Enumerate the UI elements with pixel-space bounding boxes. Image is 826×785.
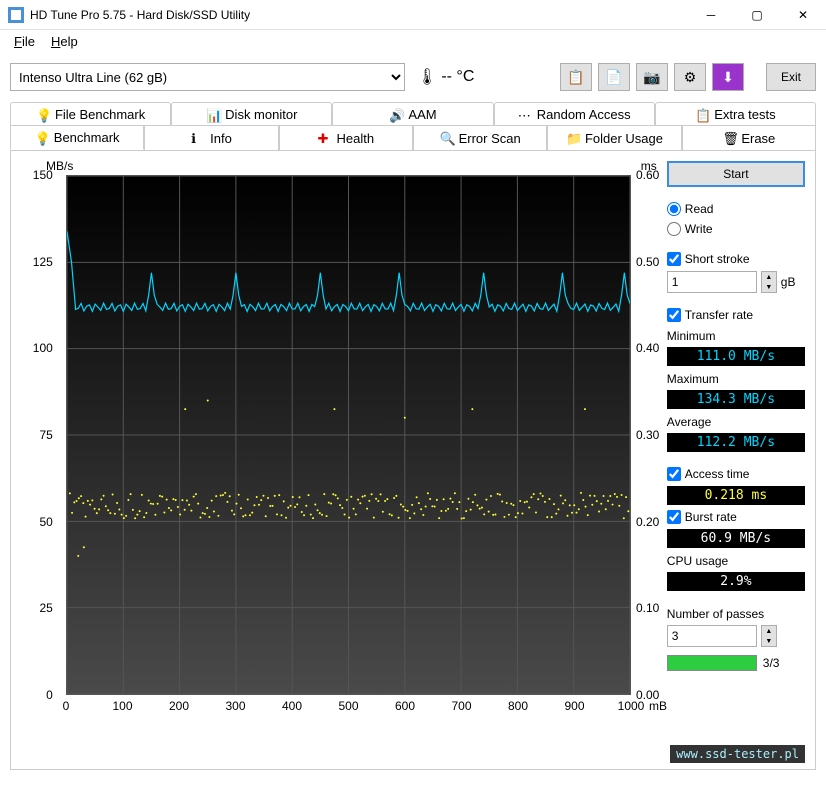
exit-button[interactable]: Exit bbox=[766, 63, 816, 91]
info-icon: ℹ bbox=[191, 131, 205, 145]
watermark: www.ssd-tester.pl bbox=[670, 745, 805, 763]
passes-spinner[interactable]: ▲▼ bbox=[761, 625, 777, 647]
start-button[interactable]: Start bbox=[667, 161, 805, 187]
screenshot-button[interactable]: 📷 bbox=[636, 63, 668, 91]
burst-rate-checkbox[interactable] bbox=[667, 510, 681, 524]
clipboard-icon: 📋 bbox=[695, 108, 709, 122]
window-title: HD Tune Pro 5.75 - Hard Disk/SSD Utility bbox=[30, 8, 688, 22]
average-value: 112.2 MB/s bbox=[667, 433, 805, 452]
maximum-label: Maximum bbox=[667, 372, 805, 386]
passes-input[interactable] bbox=[667, 625, 757, 647]
maximum-value: 134.3 MB/s bbox=[667, 390, 805, 409]
thermometer-icon: 🌡 bbox=[417, 67, 437, 87]
speaker-icon: 🔊 bbox=[389, 108, 403, 122]
tab-benchmark[interactable]: 💡Benchmark bbox=[10, 125, 144, 150]
dots-icon: ⋯ bbox=[518, 108, 532, 122]
tab-info[interactable]: ℹInfo bbox=[144, 125, 278, 150]
minimize-button[interactable]: ─ bbox=[688, 0, 734, 30]
minimum-label: Minimum bbox=[667, 329, 805, 343]
tab-extra-tests[interactable]: 📋Extra tests bbox=[655, 102, 816, 126]
options-button[interactable]: ⚙ bbox=[674, 63, 706, 91]
menu-file[interactable]: File bbox=[6, 32, 43, 51]
tab-folder-usage[interactable]: 📁Folder Usage bbox=[547, 125, 681, 150]
tab-health[interactable]: ✚Health bbox=[279, 125, 413, 150]
tab-erase[interactable]: 🗑Erase bbox=[682, 125, 816, 150]
short-stroke-input[interactable] bbox=[667, 271, 757, 293]
write-radio[interactable] bbox=[667, 222, 681, 236]
save-button[interactable]: ⬇ bbox=[712, 63, 744, 91]
plus-icon: ✚ bbox=[318, 131, 332, 145]
plot-area bbox=[66, 175, 631, 695]
passes-label: Number of passes bbox=[667, 607, 805, 621]
minimum-value: 111.0 MB/s bbox=[667, 347, 805, 366]
copy-screenshot-button[interactable]: 📄 bbox=[598, 63, 630, 91]
app-icon bbox=[8, 7, 24, 23]
burst-rate-value: 60.9 MB/s bbox=[667, 529, 805, 548]
progress-bar bbox=[667, 655, 757, 671]
tab-random-access[interactable]: ⋯Random Access bbox=[494, 102, 655, 126]
copy-info-button[interactable]: 📋 bbox=[560, 63, 592, 91]
passes-done: 3/3 bbox=[763, 656, 780, 670]
short-stroke-spinner[interactable]: ▲▼ bbox=[761, 271, 777, 293]
tab-error-scan[interactable]: 🔍Error Scan bbox=[413, 125, 547, 150]
chart-icon: 📊 bbox=[206, 108, 220, 122]
close-button[interactable]: ✕ bbox=[780, 0, 826, 30]
search-icon: 🔍 bbox=[440, 131, 454, 145]
short-stroke-checkbox[interactable] bbox=[667, 252, 681, 266]
folder-icon: 📁 bbox=[566, 131, 580, 145]
cpu-usage-value: 2.9% bbox=[667, 572, 805, 591]
read-radio[interactable] bbox=[667, 202, 681, 216]
tab-file-benchmark[interactable]: 💡File Benchmark bbox=[10, 102, 171, 126]
lightbulb-icon: 💡 bbox=[35, 131, 49, 145]
drive-select[interactable]: Intenso Ultra Line (62 gB) bbox=[10, 63, 405, 91]
cpu-usage-label: CPU usage bbox=[667, 554, 805, 568]
temperature-display: 🌡 -- °C bbox=[411, 67, 480, 87]
maximize-button[interactable]: ▢ bbox=[734, 0, 780, 30]
average-label: Average bbox=[667, 415, 805, 429]
trash-icon: 🗑 bbox=[722, 131, 736, 145]
tab-disk-monitor[interactable]: 📊Disk monitor bbox=[171, 102, 332, 126]
access-time-checkbox[interactable] bbox=[667, 467, 681, 481]
access-time-value: 0.218 ms bbox=[667, 486, 805, 505]
transfer-rate-checkbox[interactable] bbox=[667, 308, 681, 322]
lightbulb-icon: 💡 bbox=[36, 108, 50, 122]
tab-aam[interactable]: 🔊AAM bbox=[332, 102, 493, 126]
menu-help[interactable]: Help bbox=[43, 32, 86, 51]
benchmark-chart: MB/s ms 02550751001251500.000.100.200.30… bbox=[21, 161, 653, 721]
